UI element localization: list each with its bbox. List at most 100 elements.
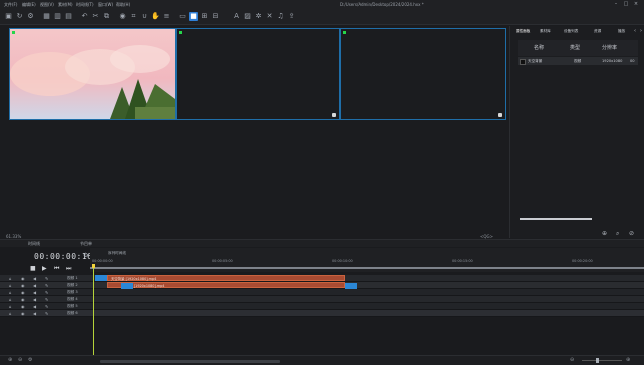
lock-icon[interactable]: ⌂ (9, 283, 12, 288)
track-row[interactable]: ⌂ ◉ ◀ ✎ 视频 6 (0, 310, 644, 317)
zoom-in-icon[interactable]: ⊕ (626, 357, 630, 363)
tab-devices[interactable]: 设备列表 (564, 29, 578, 34)
menu-timeline[interactable]: 时间线(T) (76, 2, 94, 8)
tab-sequence[interactable]: 序列时间线 (108, 251, 126, 256)
eye-icon[interactable]: ◉ (21, 311, 25, 316)
single-view-icon[interactable]: ■ (189, 12, 198, 21)
audio-icon[interactable]: ◀ (33, 283, 36, 288)
clip-handle[interactable] (121, 283, 133, 289)
viewport-1[interactable] (9, 28, 176, 120)
magnet-icon[interactable]: ∪ (140, 12, 149, 21)
audio-icon[interactable]: ◀ (33, 304, 36, 309)
play-icon[interactable]: ▶ (42, 265, 47, 272)
tab-resources[interactable]: 资源 (594, 29, 601, 34)
lock-icon[interactable]: ⌂ (9, 297, 12, 302)
clip-1[interactable]: 天空背景 [1920x1080].mp4 (107, 275, 345, 281)
audio-icon[interactable]: ♫ (276, 12, 285, 21)
lock-icon[interactable] (332, 113, 336, 117)
audio-icon[interactable]: ◀ (33, 311, 36, 316)
scrollbar[interactable] (520, 218, 592, 220)
row-view-icon[interactable]: ⊟ (211, 12, 220, 21)
refresh-icon[interactable]: ↻ (15, 12, 24, 21)
settings-icon[interactable]: ⚙ (26, 12, 35, 21)
tab-timeline[interactable]: 时间线 (28, 241, 40, 247)
undo-icon[interactable]: ↶ (80, 12, 89, 21)
playhead-handle[interactable] (92, 264, 95, 268)
eye-icon[interactable]: ◉ (21, 297, 25, 302)
clip-2[interactable]: 天空 [1920x1080].mp4 (107, 282, 345, 288)
viewport-2[interactable] (176, 28, 340, 120)
split-icon[interactable]: ⧉ (102, 12, 111, 21)
close-icon[interactable]: × (632, 1, 640, 8)
column-type[interactable]: 类型 (570, 44, 580, 51)
eye-icon[interactable]: ◉ (21, 276, 25, 281)
tab-play[interactable]: 播放 (618, 29, 625, 34)
menu-window[interactable]: 窗口(W) (98, 2, 113, 8)
stop-icon[interactable]: ■ (30, 265, 36, 272)
effect-icon[interactable]: ✲ (254, 12, 263, 21)
edit-icon[interactable]: ✎ (45, 283, 48, 288)
eye-icon[interactable]: ◉ (21, 304, 25, 309)
table-row[interactable]: 天空背景 视频 1920x1080 00 (518, 57, 638, 65)
column-resolution[interactable]: 分辨率 (602, 44, 617, 51)
playhead[interactable] (93, 266, 94, 365)
track-remove-icon[interactable]: ⊖ (18, 357, 22, 363)
step-back-icon[interactable]: ⏮ (54, 265, 59, 273)
lock-icon[interactable]: ⌂ (9, 311, 12, 316)
edit-icon[interactable]: ✎ (45, 276, 48, 281)
eye-icon[interactable]: ◉ (21, 283, 25, 288)
track-settings-icon[interactable]: ⚙ (28, 357, 32, 363)
audio-icon[interactable]: ◀ (33, 276, 36, 281)
viewport-3[interactable] (340, 28, 506, 120)
menu-help[interactable]: 帮助(H) (116, 2, 130, 8)
add-icon[interactable]: ⊕ (602, 230, 607, 237)
minimize-icon[interactable]: – (612, 1, 620, 8)
track-row[interactable]: ⌂ ◉ ◀ ✎ 视频 5 (0, 303, 644, 310)
column-name[interactable]: 名称 (534, 44, 544, 51)
tab-program[interactable]: 节目单 (80, 241, 92, 247)
step-forward-icon[interactable]: ⏭ (66, 265, 71, 273)
image-icon[interactable]: ▨ (243, 12, 252, 21)
grid-icon[interactable]: ▦ (42, 12, 51, 21)
lock-icon[interactable]: ⌂ (9, 276, 12, 281)
timeline-scrollbar[interactable] (100, 360, 280, 363)
hand-icon[interactable]: ✋ (151, 12, 160, 21)
record-icon[interactable]: ◉ (118, 12, 127, 21)
quad-view-icon[interactable]: ⊞ (200, 12, 209, 21)
zoom-slider[interactable] (582, 360, 622, 361)
audio-icon[interactable]: ◀ (33, 297, 36, 302)
edit-icon[interactable]: ✎ (45, 297, 48, 302)
panel-next-icon[interactable]: › (640, 28, 642, 34)
export-icon[interactable]: ⇪ (287, 12, 296, 21)
delete-icon[interactable]: ⊘ (629, 230, 634, 237)
edit-icon[interactable]: ✎ (45, 290, 48, 295)
maximize-icon[interactable]: □ (622, 1, 630, 8)
audio-icon[interactable]: ◀ (33, 290, 36, 295)
panel-prev-icon[interactable]: ‹ (634, 28, 636, 34)
layout-icon[interactable]: ▥ (53, 12, 62, 21)
lock-icon[interactable]: ⌂ (9, 304, 12, 309)
menu-material[interactable]: 素材(M) (58, 2, 73, 8)
menu-file[interactable]: 文件(F) (4, 2, 17, 8)
search-icon[interactable]: ⌕ (616, 230, 619, 238)
text-icon[interactable]: A (232, 12, 241, 21)
lock-icon[interactable]: ⌂ (9, 290, 12, 295)
clip-handle[interactable] (345, 283, 357, 289)
crop-icon[interactable]: ⌗ (129, 12, 138, 21)
cut-icon[interactable]: ✂ (91, 12, 100, 21)
time-ruler[interactable]: 序列时间线 00:00:00:00 00:00:05:00 00:00:10:0… (90, 248, 644, 272)
monitor-icon[interactable]: ▭ (178, 12, 187, 21)
track-row[interactable]: ⌂ ◉ ◀ ✎ 视频 4 (0, 296, 644, 303)
edit-icon[interactable]: ✎ (45, 304, 48, 309)
open-icon[interactable]: ▣ (4, 12, 13, 21)
menu-edit[interactable]: 编辑(E) (22, 2, 36, 8)
zoom-slider-thumb[interactable] (596, 358, 599, 363)
edit-icon[interactable]: ✎ (45, 311, 48, 316)
eye-icon[interactable]: ◉ (21, 290, 25, 295)
tile-icon[interactable]: ▤ (64, 12, 73, 21)
tab-library[interactable]: 素材库 (540, 29, 551, 34)
zoom-out-icon[interactable]: ⊖ (570, 357, 574, 363)
menu-lines-icon[interactable]: ≡ (162, 12, 171, 21)
menu-view[interactable]: 视图(V) (40, 2, 54, 8)
gear-icon[interactable]: ⚙ (83, 252, 88, 259)
